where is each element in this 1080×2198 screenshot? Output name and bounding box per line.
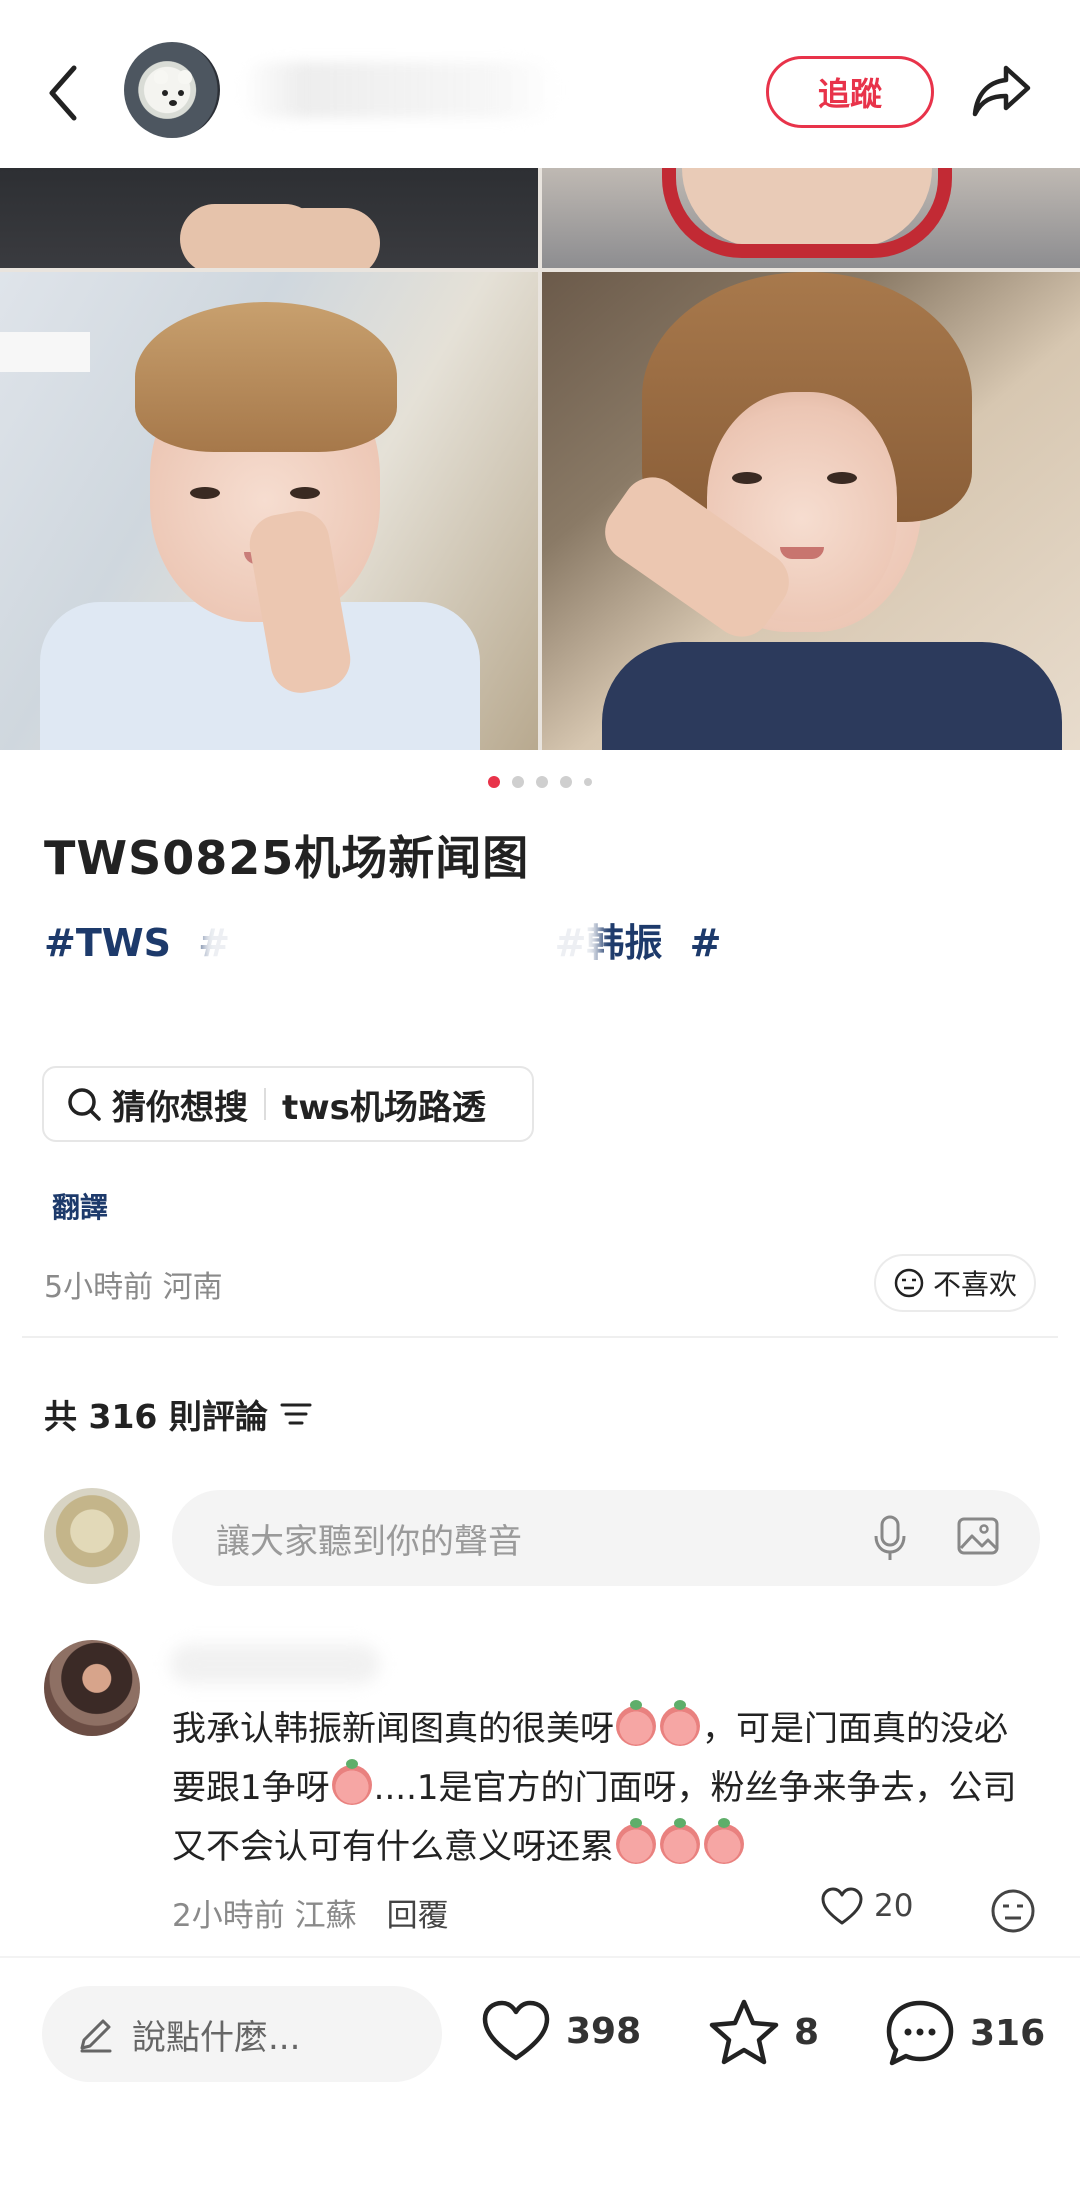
- sticker-emoji: [660, 1700, 700, 1746]
- sticker-emoji: [660, 1818, 700, 1864]
- search-query: tws机场路透: [282, 1087, 486, 1128]
- like-button[interactable]: 398: [480, 1998, 641, 2064]
- author-name-blurred[interactable]: [240, 62, 560, 118]
- image-tile-bottom-right: [542, 272, 1080, 750]
- commenter-avatar[interactable]: [44, 1640, 140, 1736]
- say-placeholder: 說點什麼...: [132, 2017, 301, 2058]
- sticker-emoji: [616, 1818, 656, 1864]
- comment-time-location: 2小時前 江蘇: [172, 1898, 357, 1934]
- tags-blurred-region: [770, 908, 1070, 1008]
- post-image-carousel[interactable]: [0, 168, 1080, 750]
- comment-like-button[interactable]: 20: [820, 1886, 913, 1926]
- carousel-dot-3: [536, 776, 548, 788]
- tag-link[interactable]: #TWS: [44, 921, 171, 965]
- comment-input[interactable]: 讓大家聽到你的聲音: [172, 1490, 1040, 1586]
- share-button[interactable]: [970, 60, 1034, 120]
- carousel-dot-1: [488, 776, 500, 788]
- comment-like-count: 20: [874, 1888, 914, 1924]
- tag-link[interactable]: #: [690, 921, 722, 965]
- sticker-emoji: [616, 1700, 656, 1746]
- like-count: 398: [566, 2010, 642, 2052]
- comment-input-placeholder: 讓大家聽到你的聲音: [216, 1521, 522, 1562]
- comment-bubble-icon: [886, 2000, 954, 2066]
- translate-link[interactable]: 翻譯: [52, 1186, 108, 1226]
- image-icon[interactable]: [956, 1514, 1000, 1558]
- suggested-search-chip[interactable]: 猜你想搜 tws机场路透: [42, 1066, 534, 1142]
- comment-meta: 2小時前 江蘇 回覆: [172, 1890, 449, 1935]
- comment-text-part: 我承认韩振新闻图真的很美呀: [172, 1709, 614, 1749]
- divider: [264, 1088, 266, 1120]
- commenter-name-blurred[interactable]: [170, 1644, 380, 1684]
- carousel-dot-2: [512, 776, 524, 788]
- share-icon: [972, 65, 1031, 117]
- sort-icon[interactable]: [280, 1400, 312, 1428]
- say-something-input[interactable]: 說點什麼...: [42, 1986, 442, 2082]
- comment-button[interactable]: 316: [884, 1998, 1045, 2068]
- tags-blurred-region: [30, 980, 250, 1040]
- meh-face-icon: [991, 1889, 1035, 1933]
- comment-text: 我承认韩振新闻图真的很美呀 ，可是门面真的没必要跟1争呀 ....1是官方的门面呀，…: [172, 1700, 1038, 1877]
- my-avatar: [44, 1488, 140, 1584]
- favorite-count: 8: [794, 2011, 820, 2053]
- sticker-emoji: [331, 1759, 372, 1805]
- comment-count-bottom: 316: [970, 2012, 1046, 2054]
- post-meta: 5小時前 河南: [44, 1270, 223, 1305]
- search-prefix: 猜你想搜: [112, 1087, 248, 1128]
- favorite-button[interactable]: 8: [708, 1998, 819, 2066]
- post-title: TWS0825机场新闻图: [44, 831, 530, 885]
- heart-icon: [821, 1887, 863, 1925]
- image-tile-bottom-left: [0, 272, 538, 750]
- dislike-label: 不喜欢: [932, 1268, 1017, 1301]
- author-avatar[interactable]: [124, 42, 220, 138]
- chevron-left-icon: [49, 65, 77, 121]
- pencil-icon: [80, 2019, 112, 2053]
- comments-header[interactable]: 共 316 則評論: [44, 1390, 312, 1438]
- back-button[interactable]: [44, 62, 84, 124]
- carousel-dot-4: [560, 776, 572, 788]
- bottom-divider: [0, 1956, 1080, 1958]
- dislike-button[interactable]: 不喜欢: [874, 1254, 1036, 1312]
- carousel-dot-5: [584, 778, 592, 786]
- comment-dislike-button[interactable]: [990, 1888, 1036, 1938]
- search-icon: [68, 1088, 101, 1121]
- tags-blurred-region: [200, 908, 600, 1008]
- comment-count: 共 316 則評論: [44, 1397, 268, 1436]
- top-bar: 追蹤: [0, 0, 1080, 168]
- follow-button[interactable]: 追蹤: [766, 56, 934, 128]
- star-icon: [709, 1999, 779, 2065]
- meh-face-icon: [894, 1268, 924, 1298]
- microphone-icon[interactable]: [872, 1514, 908, 1562]
- image-tile-top-right: [542, 168, 1080, 268]
- section-divider: [22, 1336, 1058, 1338]
- reply-button[interactable]: 回覆: [387, 1890, 449, 1935]
- carousel-indicator: [0, 776, 1080, 788]
- heart-icon: [482, 2000, 550, 2061]
- image-tile-top-left: [0, 168, 538, 268]
- sticker-emoji: [704, 1818, 744, 1864]
